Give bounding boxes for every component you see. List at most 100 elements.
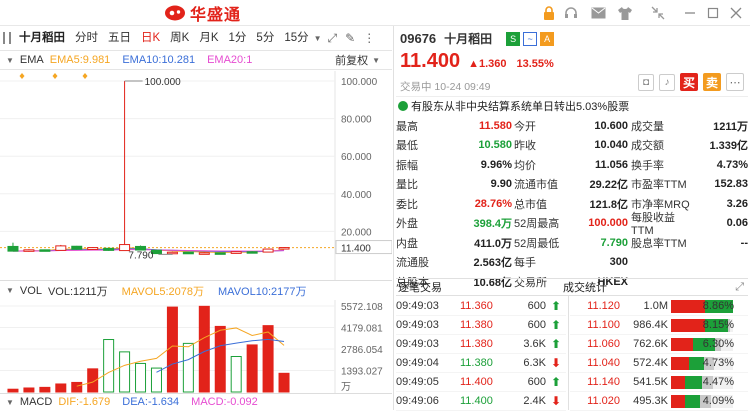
tab-1min[interactable]: 1分: [224, 27, 252, 49]
lock-price-icon[interactable]: ◘: [638, 74, 654, 91]
candle-body[interactable]: [71, 245, 83, 250]
volume-bar[interactable]: [55, 383, 67, 393]
volume-bar[interactable]: [23, 387, 35, 393]
volume-bar[interactable]: [103, 339, 115, 393]
trade-time: 09:49:03: [396, 338, 439, 350]
quote-value: 2.563亿: [473, 257, 512, 270]
chevron-down-icon[interactable]: ▼: [314, 34, 322, 43]
volume-bar[interactable]: [166, 306, 178, 393]
wave-badge-icon[interactable]: ~: [523, 31, 538, 46]
candlestick-chart[interactable]: 100.000 80.000 60.000 40.000 20.000 11.400 100…: [0, 71, 392, 280]
maximize-icon[interactable]: [705, 5, 721, 21]
a-badge-icon[interactable]: A: [540, 31, 555, 46]
volume-bar[interactable]: [150, 367, 162, 393]
chevron-down-icon[interactable]: ▼: [6, 56, 14, 65]
tab-5min[interactable]: 5分: [251, 27, 279, 49]
stat-percent: 6.30%: [702, 338, 734, 350]
candle-body[interactable]: [230, 251, 242, 254]
stat-percent: 4.73%: [702, 357, 734, 369]
draw-tool-icon[interactable]: ✎: [345, 31, 355, 45]
tab-15min[interactable]: 15分: [279, 27, 313, 49]
volume-bar[interactable]: [7, 388, 19, 393]
quote-value: 300: [609, 256, 628, 269]
volume-bar[interactable]: [119, 351, 131, 393]
candle-body[interactable]: [55, 245, 67, 251]
macd-label[interactable]: MACD: [20, 396, 52, 408]
candle-body[interactable]: [214, 252, 226, 255]
event-marker-icon[interactable]: [19, 73, 25, 79]
volume-bar[interactable]: [135, 362, 147, 393]
quote-label: 外盘: [396, 218, 418, 231]
arrow-down-icon: ⬇: [551, 356, 562, 370]
sell-button[interactable]: 卖: [703, 73, 721, 91]
s-badge-icon[interactable]: S: [506, 31, 521, 46]
stats-title[interactable]: 成交统计: [563, 279, 607, 295]
dif-value: DIF:-1.679: [58, 396, 111, 408]
candle-body[interactable]: [262, 248, 274, 253]
tab-five-day[interactable]: 五日: [103, 27, 136, 49]
brand-name: 华盛通: [190, 7, 242, 24]
candle-body[interactable]: [39, 249, 51, 252]
bell-icon[interactable]: ♪: [659, 74, 675, 91]
candle-body[interactable]: [198, 252, 210, 255]
tab-daily-k[interactable]: 日K: [136, 27, 165, 49]
volume-bar[interactable]: [39, 386, 51, 393]
expand-icon[interactable]: ⤢: [735, 281, 744, 294]
tab-intraday[interactable]: 分时: [70, 27, 103, 49]
candle-body[interactable]: [166, 251, 178, 255]
candle-body[interactable]: [103, 247, 115, 251]
buy-button[interactable]: 买: [680, 73, 698, 91]
macd-legend: ▼ MACD DIF:-1.679 DEA:-1.634 MACD:-0.092: [0, 393, 392, 410]
shirt-icon[interactable]: [617, 5, 633, 21]
stat-row: 11.040 572.4K 4.73%: [570, 354, 748, 373]
volume-bar[interactable]: [214, 325, 226, 393]
event-marker-icon[interactable]: [52, 73, 58, 79]
chevron-down-icon[interactable]: ▼: [372, 56, 380, 65]
chevron-down-icon[interactable]: ▼: [6, 286, 14, 295]
mail-icon[interactable]: [590, 5, 606, 21]
quote-row: 最高 11.580 今开 10.600 成交量 1211万: [396, 116, 748, 136]
candle-body[interactable]: [7, 245, 19, 252]
volume-bar[interactable]: [71, 381, 83, 393]
volume-bar[interactable]: [278, 372, 290, 393]
more-icon[interactable]: ⋯: [726, 73, 744, 91]
volume-bar[interactable]: [230, 356, 242, 393]
dea-value: DEA:-1.634: [122, 396, 180, 408]
vol-label[interactable]: VOL: [20, 285, 42, 297]
close-icon[interactable]: [728, 5, 744, 21]
headset-icon[interactable]: [563, 5, 579, 21]
stat-volume: 541.5K: [633, 376, 668, 388]
expand-icon[interactable]: ⤢: [328, 31, 338, 46]
ema-label[interactable]: EMA: [20, 54, 44, 66]
tab-weekly-k[interactable]: 周K: [165, 27, 194, 49]
quote-row: 振幅 9.96% 均价 11.056 换手率 4.73%: [396, 155, 748, 175]
candle-body[interactable]: [23, 249, 35, 252]
candle-body[interactable]: [246, 251, 258, 254]
ema-legend: ▼ EMA EMA5:9.981 EMA10:10.281 EMA20:1 前复…: [0, 50, 392, 70]
more-icon[interactable]: ⋮: [363, 31, 375, 45]
notice-bar[interactable]: 有股东从非中央结算系统单日转出5.03%股票: [396, 96, 748, 114]
candle-body[interactable]: [87, 247, 99, 250]
candle-body[interactable]: [278, 247, 290, 250]
trades-title[interactable]: 逐笔交易: [398, 279, 442, 295]
panel-toggle-icon[interactable]: [3, 32, 11, 44]
stock-name: 十月稻田: [19, 32, 65, 44]
mavol5-value: MAVOL5:2078万: [121, 285, 205, 298]
volume-chart[interactable]: 5572.108 4179.081 2786.054 1393.027 万: [0, 300, 392, 393]
candle-body[interactable]: [182, 251, 194, 255]
quote-label: 委比: [396, 198, 418, 211]
volume-bar[interactable]: [198, 305, 210, 393]
volume-bar[interactable]: [182, 342, 194, 393]
volume-bar[interactable]: [246, 344, 258, 393]
tab-monthly-k[interactable]: 月K: [194, 27, 223, 49]
collapse-icon[interactable]: [650, 5, 666, 21]
lock-icon[interactable]: [541, 5, 557, 21]
y-tick-label: 80.000: [341, 115, 372, 126]
minimize-icon[interactable]: [682, 5, 698, 21]
adjust-select[interactable]: 前复权: [335, 52, 368, 68]
chevron-down-icon[interactable]: ▼: [6, 398, 14, 407]
top-bar: 华盛通: [0, 0, 750, 26]
event-marker-icon[interactable]: [82, 73, 88, 79]
volume-bar[interactable]: [262, 325, 274, 393]
quote-row: 内盘 411.0万 52周最低 7.790 股息率TTM --: [396, 233, 748, 253]
